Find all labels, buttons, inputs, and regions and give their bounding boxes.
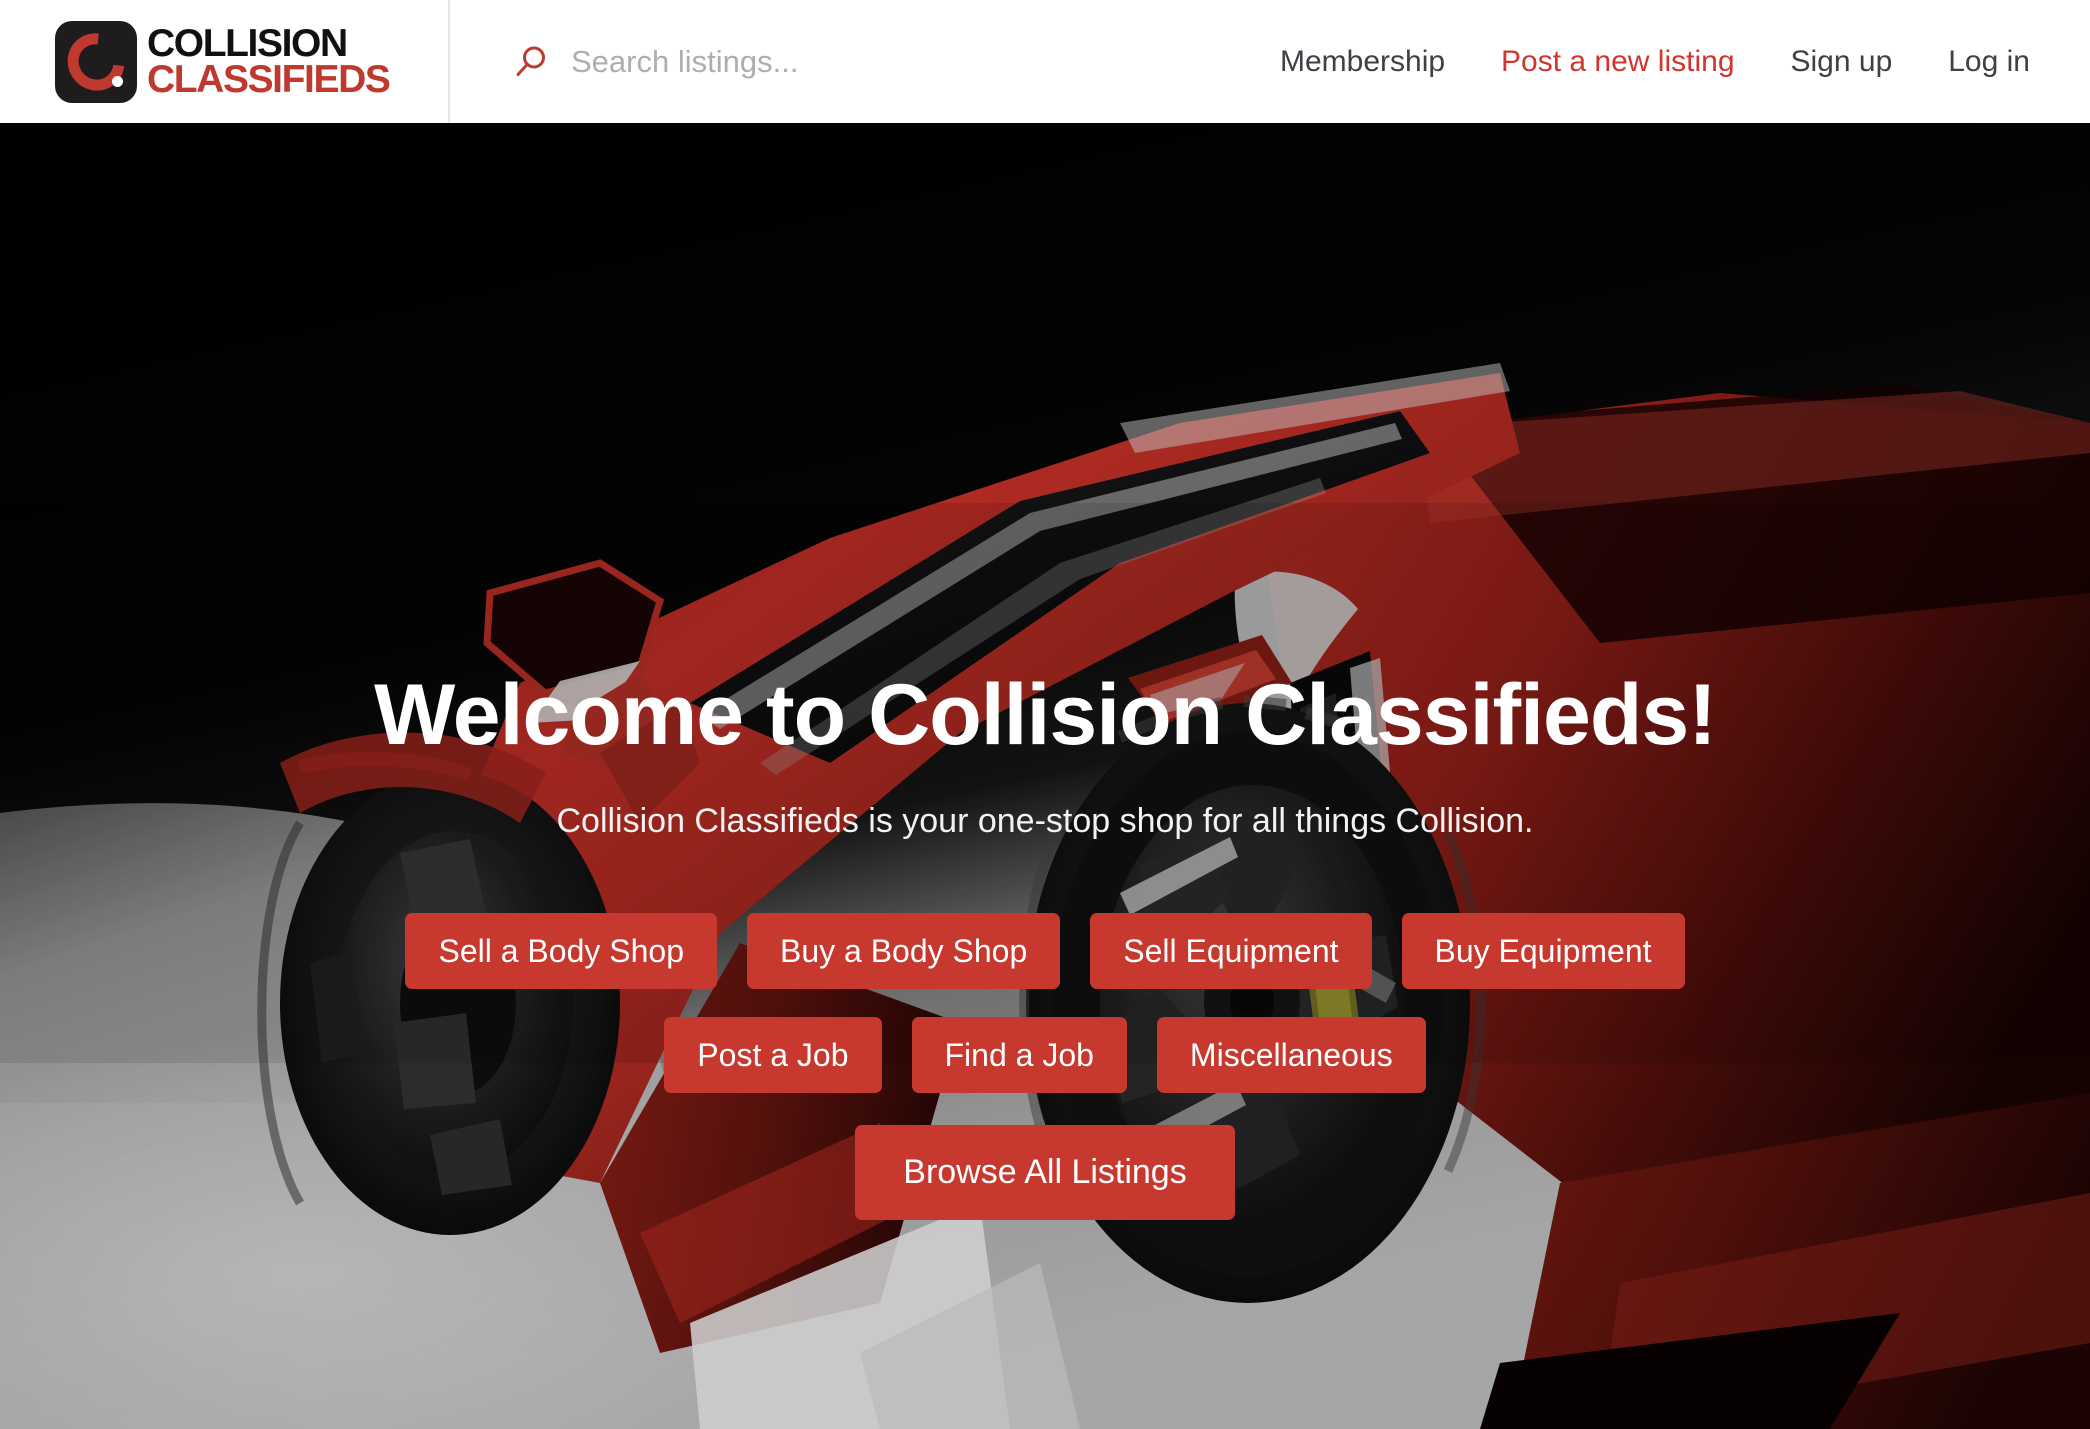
buy-equipment-button[interactable]: Buy Equipment xyxy=(1401,913,1685,989)
hero-content: Welcome to Collision Classifieds! Collis… xyxy=(0,123,2090,1429)
sell-a-body-shop-button[interactable]: Sell a Body Shop xyxy=(405,913,717,989)
logo-word-top: COLLISION xyxy=(147,21,348,65)
hero-section: Welcome to Collision Classifieds! Collis… xyxy=(0,123,2090,1429)
logo[interactable]: COLLISION CLASSIFIEDS xyxy=(0,0,450,123)
nav-item-post-a-new-listing[interactable]: Post a new listing xyxy=(1501,45,1734,79)
category-button-row-3: Browse All Listings xyxy=(855,1125,1235,1220)
logo-word-bottom: CLASSIFIEDS xyxy=(147,57,391,101)
find-a-job-button[interactable]: Find a Job xyxy=(911,1017,1127,1093)
logo-wordmark: COLLISION CLASSIFIEDS xyxy=(147,21,391,101)
category-button-row-2: Post a Job Find a Job Miscellaneous xyxy=(664,1017,1426,1093)
nav-item-sign-up[interactable]: Sign up xyxy=(1791,45,1893,79)
hero-subtitle: Collision Classifieds is your one-stop s… xyxy=(556,802,1534,840)
page-title: Welcome to Collision Classifieds! xyxy=(374,667,1717,763)
nav-item-log-in[interactable]: Log in xyxy=(1948,45,2030,79)
search-bar[interactable] xyxy=(450,0,1280,123)
main-nav: Membership Post a new listing Sign up Lo… xyxy=(1280,45,2090,79)
browse-all-listings-button[interactable]: Browse All Listings xyxy=(855,1125,1235,1220)
logo-ring-shape xyxy=(56,21,136,102)
search-icon xyxy=(513,45,547,79)
site-header: COLLISION CLASSIFIEDS Membership Post a … xyxy=(0,0,2090,123)
post-a-job-button[interactable]: Post a Job xyxy=(664,1017,882,1093)
miscellaneous-button[interactable]: Miscellaneous xyxy=(1156,1017,1426,1093)
search-input[interactable] xyxy=(571,43,1211,80)
nav-item-membership[interactable]: Membership xyxy=(1280,45,1445,79)
logo-dot-shape xyxy=(112,75,123,87)
buy-a-body-shop-button[interactable]: Buy a Body Shop xyxy=(746,913,1061,989)
sell-equipment-button[interactable]: Sell Equipment xyxy=(1090,913,1372,989)
collision-c-logo-icon xyxy=(55,20,137,103)
category-button-row-1: Sell a Body Shop Buy a Body Shop Sell Eq… xyxy=(405,913,1685,989)
